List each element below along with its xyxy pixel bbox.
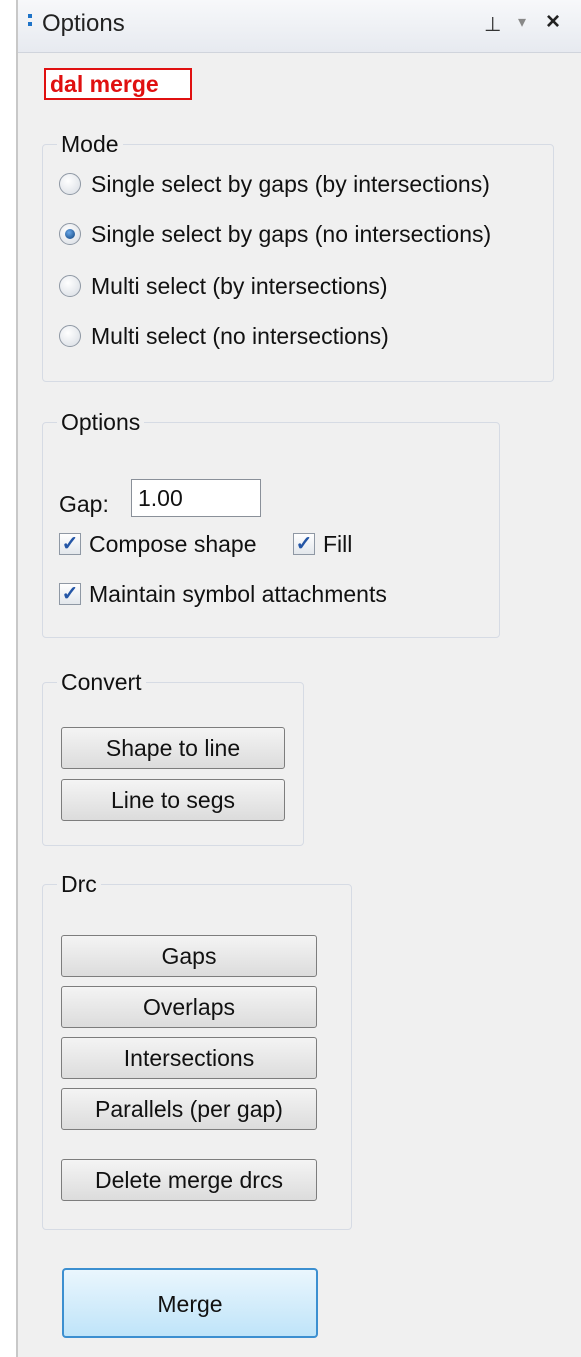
checkbox-checked[interactable]: ✓ — [59, 582, 81, 605]
convert-legend: Convert — [57, 669, 146, 696]
maintain-symbols-label: Maintain symbol attachments — [89, 581, 387, 607]
options-panel: Options ⊥ ▾ × dal merge Mode Single sele… — [16, 0, 581, 1357]
radio-label: Single select by gaps (no intersections) — [91, 221, 492, 247]
drc-group: Drc Gaps Overlaps Intersections Parallel… — [42, 871, 352, 1230]
pin-icon[interactable]: ⊥ — [484, 12, 501, 37]
gap-input[interactable] — [131, 479, 261, 517]
maintain-symbols-checkbox[interactable]: ✓ Maintain symbol attachments — [59, 581, 387, 608]
radio-label: Multi select (no intersections) — [91, 323, 389, 349]
panel-titlebar: Options ⊥ ▾ × — [18, 0, 581, 53]
convert-group: Convert Shape to line Line to segs — [42, 669, 304, 846]
shape-to-line-button[interactable]: Shape to line — [61, 727, 285, 769]
radio-label: Multi select (by intersections) — [91, 273, 388, 299]
parallels-button[interactable]: Parallels (per gap) — [61, 1088, 317, 1130]
radio-button[interactable] — [59, 172, 81, 195]
panel-title: Options — [42, 10, 125, 37]
close-icon[interactable]: × — [546, 8, 560, 36]
gap-label: Gap: — [59, 491, 109, 517]
compose-shape-checkbox[interactable]: ✓ Compose shape — [59, 531, 257, 558]
options-group: Options Gap: ✓ Compose shape ✓ Fill ✓ Maint… — [42, 409, 500, 638]
compose-shape-label: Compose shape — [89, 531, 257, 557]
radio-label: Single select by gaps (by intersections) — [91, 171, 490, 197]
intersections-button[interactable]: Intersections — [61, 1037, 317, 1079]
grip-icon[interactable] — [28, 14, 32, 34]
chevron-down-icon[interactable]: ▾ — [518, 12, 526, 32]
delete-merge-drcs-button[interactable]: Delete merge drcs — [61, 1159, 317, 1201]
mode-legend: Mode — [57, 131, 123, 158]
overlaps-button[interactable]: Overlaps — [61, 986, 317, 1028]
drc-legend: Drc — [57, 871, 101, 898]
fill-label: Fill — [323, 531, 353, 557]
radio-button-selected[interactable] — [59, 222, 81, 245]
mode-radio-single-no-intersections[interactable]: Single select by gaps (no intersections) — [59, 221, 491, 248]
checkbox-checked[interactable]: ✓ — [293, 532, 315, 555]
checkbox-checked[interactable]: ✓ — [59, 532, 81, 555]
mode-radio-single-by-intersections[interactable]: Single select by gaps (by intersections) — [59, 171, 490, 198]
gaps-button[interactable]: Gaps — [61, 935, 317, 977]
fill-checkbox[interactable]: ✓ Fill — [293, 531, 352, 558]
line-to-segs-button[interactable]: Line to segs — [61, 779, 285, 821]
radio-button[interactable] — [59, 324, 81, 347]
options-legend: Options — [57, 409, 145, 436]
mode-radio-multi-by-intersections[interactable]: Multi select (by intersections) — [59, 273, 388, 300]
merge-button[interactable]: Merge — [62, 1268, 318, 1338]
plugin-label: dal merge — [44, 68, 192, 100]
mode-radio-multi-no-intersections[interactable]: Multi select (no intersections) — [59, 323, 389, 350]
radio-button[interactable] — [59, 274, 81, 297]
mode-group: Mode Single select by gaps (by intersect… — [42, 131, 554, 382]
